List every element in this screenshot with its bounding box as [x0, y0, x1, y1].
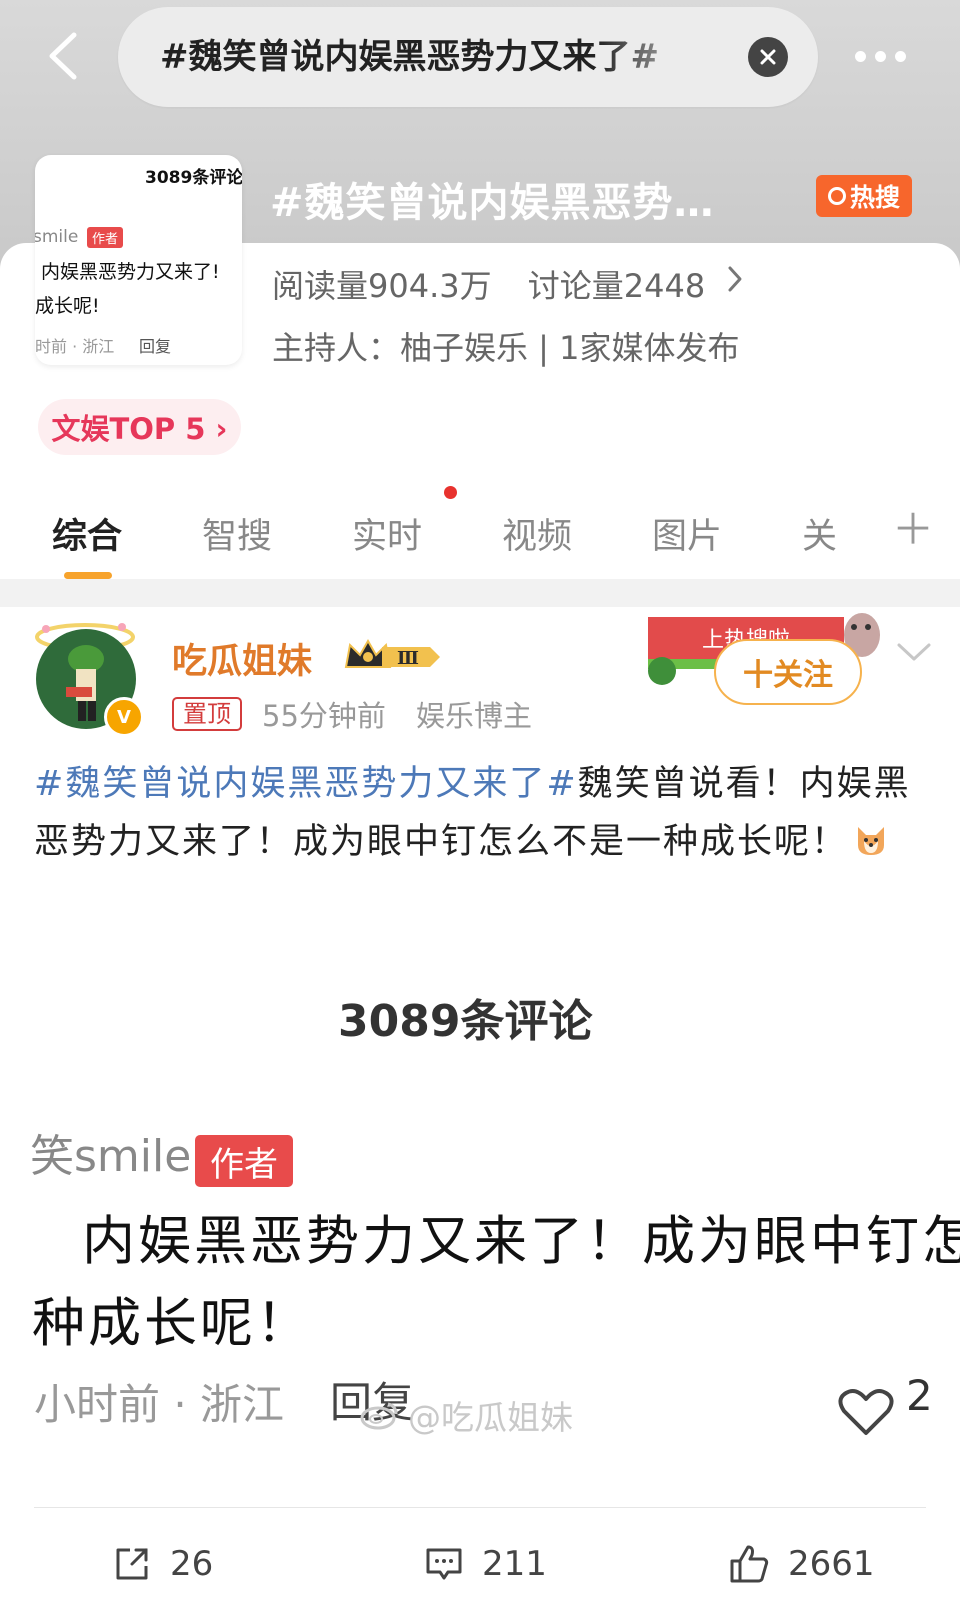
search-bar[interactable]: #魏笑曾说内娱黑恶势力又来了#	[118, 7, 818, 107]
embedded-like-count: 2	[906, 1371, 933, 1420]
read-count: 阅读量904.3万	[272, 267, 492, 305]
author-role: 娱乐博主	[416, 699, 533, 733]
comment-button[interactable]: 211	[424, 1539, 547, 1589]
more-dot-icon	[875, 50, 886, 62]
rank-badge[interactable]: 文娱TOP 5 ›	[38, 399, 241, 455]
tab-video[interactable]: 视频	[502, 508, 572, 559]
heart-icon	[838, 1389, 894, 1435]
weibo-logo-icon	[360, 1402, 398, 1430]
hashtag-link[interactable]: #魏笑曾说内娱黑恶势力又来了#	[34, 764, 578, 804]
verified-badge-icon: V	[104, 697, 144, 737]
more-dot-icon	[895, 50, 906, 62]
add-tab-button[interactable]: ＋	[892, 508, 934, 552]
thumb-text-line: 内娱黑恶势力又来了!	[41, 261, 220, 283]
search-query[interactable]: #魏笑曾说内娱黑恶势力又来了#	[160, 35, 720, 79]
watermark-text: @吃瓜姐妹	[408, 1398, 573, 1437]
topic-title: #魏笑曾说内娱黑恶势…	[270, 180, 715, 226]
thumb-meta: 时前 · 浙江	[35, 337, 115, 356]
tab-bar: 综合 智搜 实时 视频 图片 关 ＋	[0, 498, 960, 579]
discussion-count: 讨论量2448	[527, 267, 706, 305]
divider	[34, 1507, 926, 1508]
dog-emoji-icon	[858, 827, 885, 855]
close-icon	[760, 49, 776, 65]
thumb-text-line: 成长呢!	[35, 295, 100, 317]
like-count: 2661	[788, 1544, 875, 1584]
active-tab-indicator	[64, 572, 112, 579]
share-count: 26	[170, 1544, 214, 1584]
embedded-author-tag: 作者	[195, 1135, 293, 1187]
hot-search-badge[interactable]: 热搜	[816, 175, 912, 217]
author-name[interactable]: 吃瓜姐妹	[172, 633, 312, 684]
back-arrow-icon	[49, 32, 77, 80]
level-text: Ⅲ	[397, 648, 419, 669]
follow-button[interactable]: 十关注	[714, 639, 862, 705]
tab-comprehensive[interactable]: 综合	[52, 508, 122, 559]
tab-realtime[interactable]: 实时	[352, 508, 422, 559]
thumbs-up-icon	[730, 1545, 769, 1583]
topic-host[interactable]: 主持人：柚子娱乐 | 1家媒体发布	[272, 323, 740, 369]
share-icon	[116, 1548, 148, 1580]
post-text: #魏笑曾说内娱黑恶势力又来了#魏笑曾说看！内娱黑恶势力又来了！成为眼中钉怎么不是…	[34, 755, 924, 871]
back-button[interactable]	[38, 30, 88, 82]
author-avatar[interactable]: V	[32, 623, 144, 737]
topic-thumbnail[interactable]: 3089条评论 smile 作者 内娱黑恶势力又来了! 成长呢! 时前 · 浙江…	[35, 155, 242, 365]
share-button[interactable]: 26	[112, 1539, 213, 1589]
tab-following[interactable]: 关	[802, 508, 837, 559]
topic-stats[interactable]: 阅读量904.3万 讨论量2448	[272, 261, 731, 307]
clear-search-button[interactable]	[748, 37, 788, 77]
post-card: V 吃瓜姐妹 Ⅲ 置顶 55分钟前 娱乐博主 上热搜啦 十关注 #魏笑曾说内娱黑…	[0, 607, 960, 1616]
realtime-notification-dot	[444, 486, 457, 499]
comment-count: 211	[482, 1544, 547, 1584]
more-options-button[interactable]	[855, 44, 925, 68]
image-watermark: @吃瓜姐妹	[360, 1391, 573, 1439]
embedded-comment-meta: 小时前 · 浙江	[34, 1380, 285, 1429]
thumb-username: smile	[35, 227, 79, 247]
comment-icon	[426, 1548, 462, 1580]
embedded-comment-line: 种成长呢！	[32, 1293, 312, 1354]
post-time: 55分钟前	[262, 699, 386, 733]
thumb-reply: 回复	[139, 337, 172, 356]
embedded-username: 笑smile	[30, 1131, 192, 1182]
more-dot-icon	[855, 50, 866, 62]
chevron-down-icon[interactable]	[896, 641, 932, 663]
crown-level-icon: Ⅲ	[344, 638, 440, 669]
chevron-right-icon[interactable]	[727, 265, 743, 293]
embedded-comment-line: 内娱黑恶势力又来了！成为眼中钉怎	[82, 1211, 960, 1272]
thumb-author-tag: 作者	[87, 227, 124, 248]
tab-images[interactable]: 图片	[652, 508, 722, 559]
like-button[interactable]: 2661	[728, 1539, 875, 1589]
embedded-comment-count: 3089条评论	[338, 996, 593, 1047]
pinned-tag: 置顶	[172, 697, 242, 731]
hot-label: 热搜	[849, 183, 900, 212]
hot-icon	[827, 187, 846, 205]
thumb-comment-count: 3089条评论	[145, 168, 242, 188]
tab-smart-search[interactable]: 智搜	[202, 508, 272, 559]
